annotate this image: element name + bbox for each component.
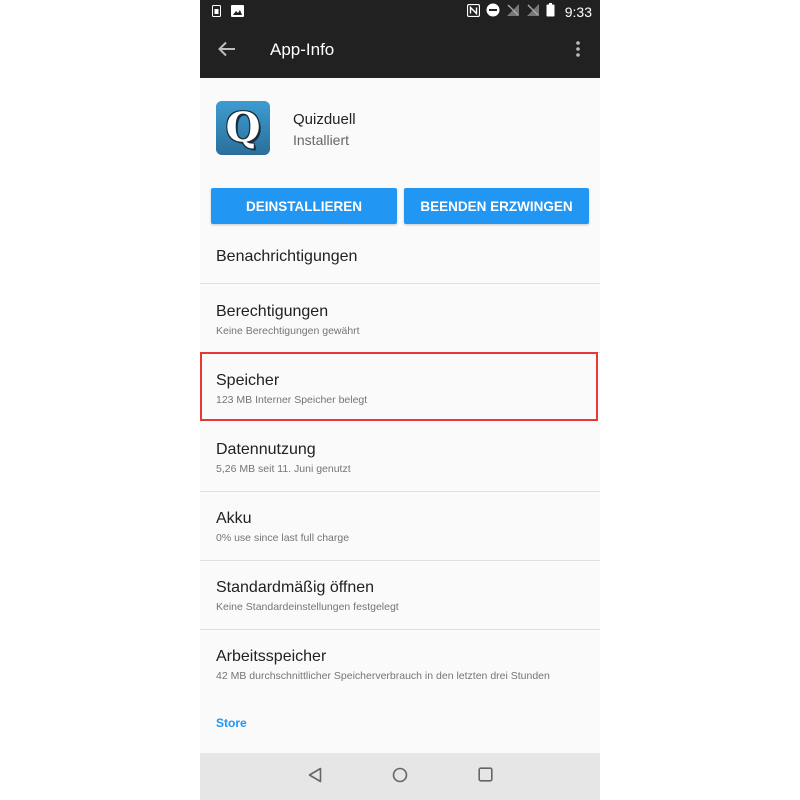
settings-item-subtitle: 5,26 MB seit 11. Juni genutzt (216, 463, 351, 475)
phone-screen: 9:33 App-Info Q Quizduell Installiert DE… (200, 0, 600, 800)
more-vert-icon (576, 40, 580, 62)
arrow-back-icon (218, 41, 236, 62)
nav-recents-button[interactable] (474, 766, 496, 788)
settings-item-title: Akku (216, 510, 252, 527)
navigation-bar (200, 753, 600, 800)
signal-off-icon (526, 3, 540, 20)
square-recents-icon (477, 767, 493, 787)
force-stop-button[interactable]: BEENDEN ERZWINGEN (404, 188, 589, 224)
overflow-menu-button[interactable] (570, 38, 586, 64)
app-install-status: Installiert (293, 132, 350, 148)
settings-item-title: Standardmäßig öffnen (216, 579, 375, 596)
nfc-icon (466, 3, 480, 20)
highlight-box (200, 352, 598, 421)
sim-icon (212, 4, 221, 20)
nav-home-button[interactable] (389, 766, 411, 788)
settings-item-title: Berechtigungen (216, 303, 329, 320)
settings-item-memory[interactable]: Arbeitsspeicher 42 MB durchschnittlicher… (200, 630, 600, 698)
do-not-disturb-icon (486, 3, 500, 20)
circle-home-icon (392, 767, 408, 788)
app-bar: App-Info (200, 24, 600, 78)
store-section-header: Store (216, 716, 247, 730)
image-icon (231, 4, 244, 20)
settings-item-subtitle: 0% use since last full charge (216, 532, 350, 544)
nav-back-button[interactable] (304, 766, 326, 788)
settings-item-subtitle: Keine Standardeinstellungen festgelegt (216, 601, 399, 613)
triangle-back-icon (308, 767, 322, 788)
clock: 9:33 (564, 3, 592, 20)
settings-item-permissions[interactable]: Berechtigungen Keine Berechtigungen gewä… (200, 284, 600, 352)
settings-item-battery[interactable]: Akku 0% use since last full charge (200, 492, 600, 560)
settings-item-open-by-default[interactable]: Standardmäßig öffnen Keine Standardeinst… (200, 561, 600, 629)
app-icon-letter: Q (225, 104, 261, 151)
battery-icon (546, 3, 555, 20)
settings-item-notifications[interactable]: Benachrichtigungen (200, 237, 600, 283)
status-bar: 9:33 (200, 0, 600, 24)
settings-item-subtitle: 42 MB durchschnittlicher Speicherverbrau… (216, 670, 550, 682)
app-icon: Q (216, 101, 270, 155)
back-button[interactable] (212, 36, 242, 66)
settings-item-subtitle: Keine Berechtigungen gewährt (216, 325, 360, 337)
page-title: App-Info (270, 40, 335, 59)
app-name: Quizduell (293, 111, 356, 128)
settings-item-title: Arbeitsspeicher (216, 648, 327, 665)
settings-item-title: Datennutzung (216, 441, 316, 458)
settings-item-data-usage[interactable]: Datennutzung 5,26 MB seit 11. Juni genut… (200, 422, 600, 490)
uninstall-button[interactable]: DEINSTALLIEREN (211, 188, 397, 224)
wifi-off-icon (506, 3, 520, 20)
settings-item-title: Benachrichtigungen (216, 248, 358, 265)
